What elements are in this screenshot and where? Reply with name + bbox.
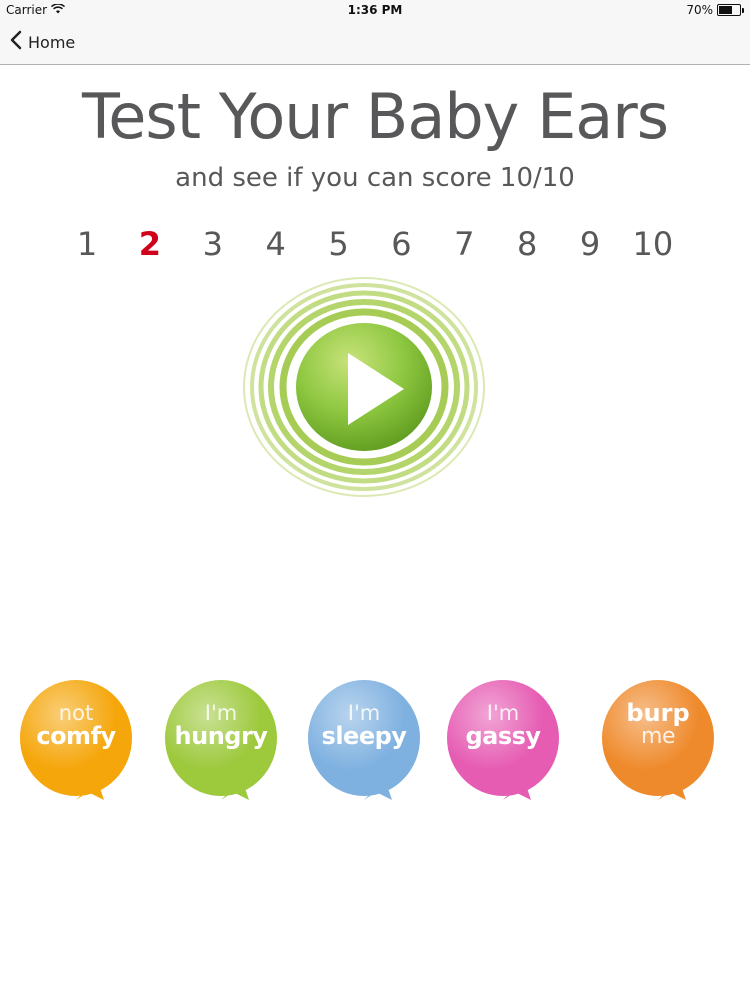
play-icon	[296, 323, 432, 451]
question-number[interactable]: 3	[186, 225, 240, 275]
question-number-row: 1 2 3 4 5 6 7 8 9 10	[60, 225, 680, 275]
answer-label: I'm gassy	[447, 701, 559, 750]
question-number[interactable]: 1	[60, 225, 114, 275]
answer-label: burp me	[602, 699, 714, 749]
navigation-bar: Home	[0, 22, 750, 65]
question-number[interactable]: 2	[123, 225, 177, 275]
answer-sleepy-button[interactable]: I'm sleepy	[308, 680, 424, 805]
answer-hungry-button[interactable]: I'm hungry	[165, 680, 281, 805]
question-number[interactable]: 7	[437, 225, 491, 275]
answer-label-bottom: gassy	[465, 722, 541, 750]
answer-options: not comfy I'm hungry I'm sleepy I'm gassy burp me	[0, 680, 750, 810]
play-button[interactable]	[241, 275, 487, 499]
question-number[interactable]: 10	[626, 225, 680, 275]
status-right: 70%	[686, 3, 744, 17]
answer-burp-me-button[interactable]: burp me	[602, 680, 718, 805]
answer-label: I'm hungry	[165, 701, 277, 750]
back-label: Home	[28, 32, 76, 52]
answer-label-top: I'm	[486, 701, 520, 725]
question-number[interactable]: 6	[374, 225, 428, 275]
battery-tip	[742, 7, 744, 13]
question-number[interactable]: 4	[249, 225, 303, 275]
answer-label-top: not	[58, 701, 94, 725]
answer-label-bottom: me	[641, 724, 675, 749]
answer-label: not comfy	[20, 701, 132, 750]
answer-label-top: I'm	[347, 701, 381, 725]
chevron-left-icon	[10, 30, 22, 54]
answer-label: I'm sleepy	[308, 701, 420, 750]
answer-label-top: burp	[626, 699, 690, 727]
question-number[interactable]: 5	[312, 225, 366, 275]
battery-icon	[717, 4, 741, 16]
status-time: 1:36 PM	[347, 3, 403, 17]
page-subtitle: and see if you can score 10/10	[175, 163, 575, 193]
question-number[interactable]: 9	[563, 225, 617, 275]
answer-label-bottom: comfy	[36, 722, 116, 750]
status-bar: Carrier 1:36 PM 70%	[0, 0, 750, 22]
answer-label-bottom: hungry	[174, 722, 268, 750]
page-title: Test Your Baby Ears	[81, 80, 669, 153]
answer-not-comfy-button[interactable]: not comfy	[20, 680, 136, 805]
question-number[interactable]: 8	[500, 225, 554, 275]
answer-label-top: I'm	[204, 701, 238, 725]
answer-gassy-button[interactable]: I'm gassy	[447, 680, 563, 805]
battery-percent: 70%	[686, 3, 713, 17]
answer-label-bottom: sleepy	[321, 722, 407, 750]
back-button[interactable]: Home	[10, 30, 75, 54]
